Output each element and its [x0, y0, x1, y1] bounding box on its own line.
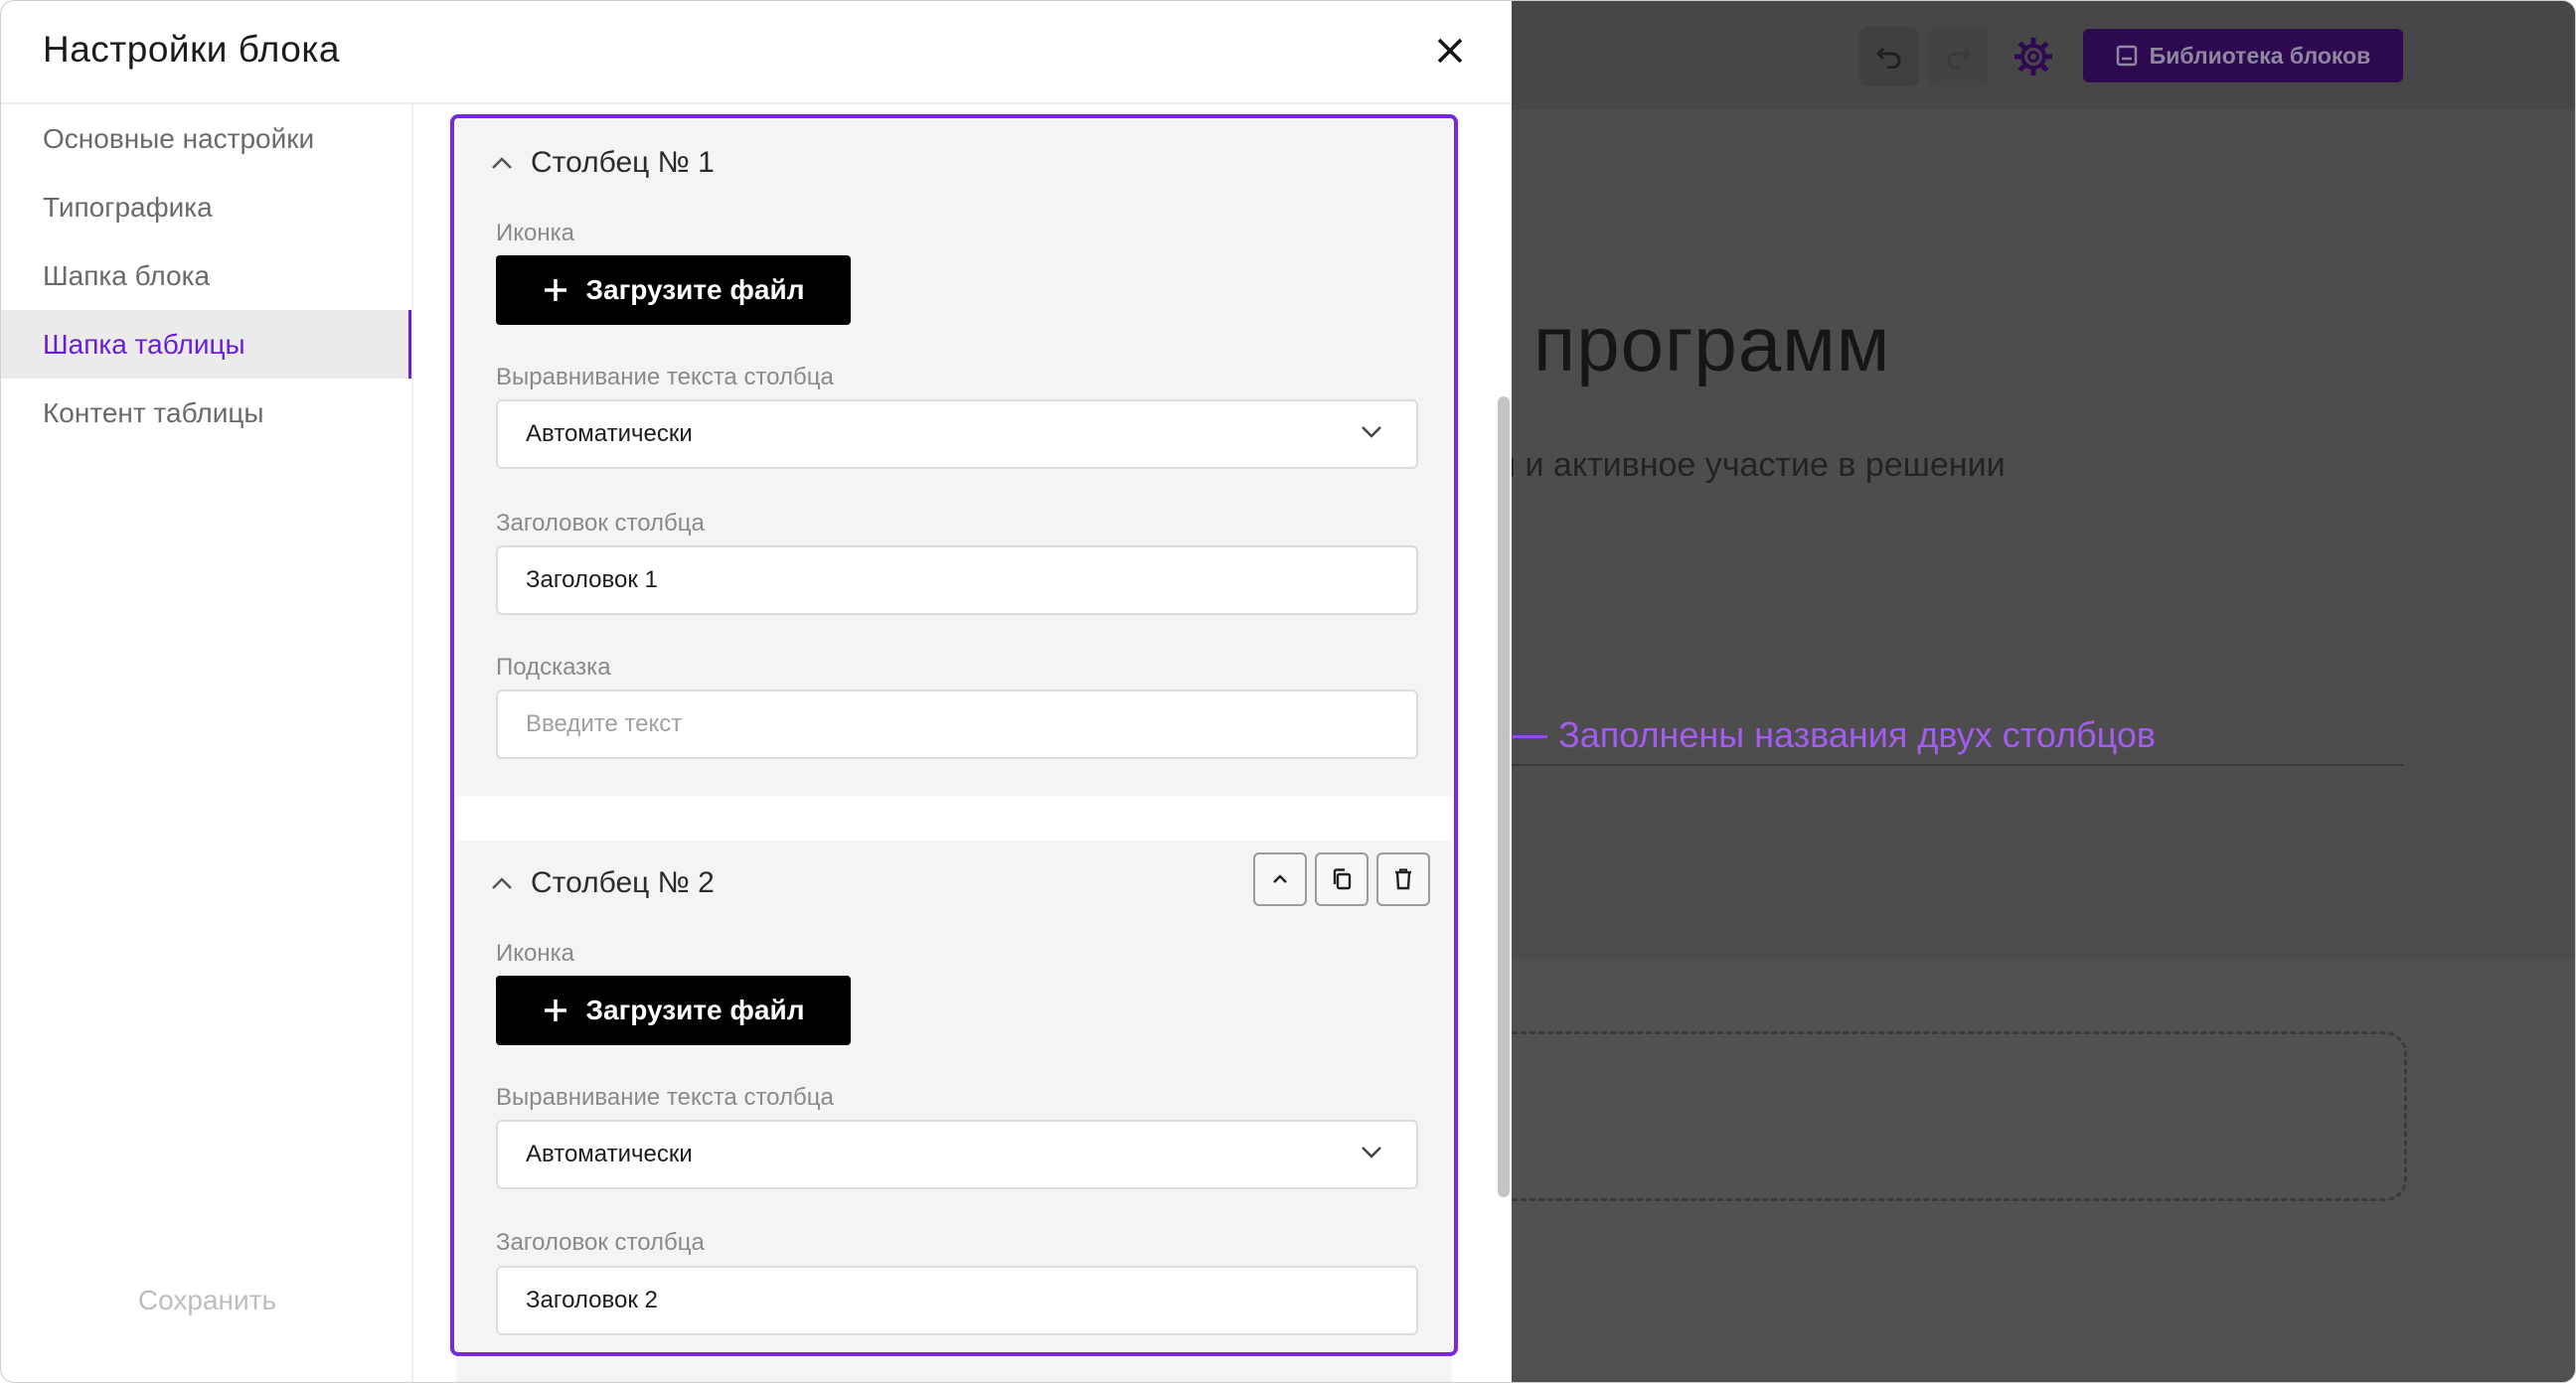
divider [1512, 764, 2403, 766]
library-button-label: Библиотека блоков [2149, 42, 2371, 69]
gear-icon[interactable] [2004, 27, 2063, 86]
sidebar-item-typography[interactable]: Типографика [1, 173, 411, 241]
sidebar-item-block-header[interactable]: Шапка блока [1, 241, 411, 310]
columns-highlight-frame [450, 114, 1458, 1356]
undo-icon[interactable] [1859, 27, 1919, 86]
close-button[interactable] [1422, 27, 1478, 75]
settings-sidebar: Основные настройки Типографика Шапка бло… [1, 104, 413, 1382]
content-scrollbar[interactable] [1498, 396, 1510, 1197]
screen-frame: Библиотека блоков льных программ е возмо… [0, 0, 2576, 1383]
save-button[interactable]: Сохранить [90, 1273, 324, 1328]
sidebar-item-table-header[interactable]: Шапка таблицы [1, 310, 411, 379]
sidebar-item-table-content[interactable]: Контент таблицы [1, 379, 411, 447]
close-icon [1437, 38, 1463, 64]
modal-title: Настройки блока [43, 29, 340, 70]
library-icon [2116, 45, 2137, 67]
library-button[interactable]: Библиотека блоков [2083, 29, 2403, 82]
annotation-text: Заполнены названия двух столбцов [1558, 714, 2157, 755]
modal-header: Настройки блока [1, 1, 1512, 104]
sidebar-item-basic-settings[interactable]: Основные настройки [1, 104, 411, 173]
redo-icon[interactable] [1929, 27, 1989, 86]
